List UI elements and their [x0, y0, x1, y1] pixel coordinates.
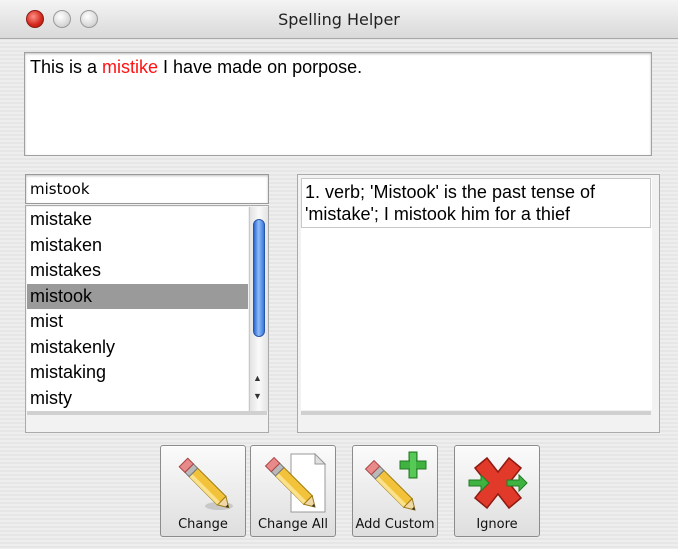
- change-button[interactable]: Change: [160, 445, 246, 537]
- definition-panel: 1. verb; 'Mistook' is the past tense of …: [297, 174, 660, 433]
- horizontal-scrollbar[interactable]: [27, 411, 267, 415]
- ignore-button-label: Ignore: [476, 517, 518, 532]
- suggestion-list-item[interactable]: mistaking: [27, 360, 248, 386]
- add-custom-button[interactable]: Add Custom: [352, 445, 438, 537]
- scroll-down-arrow-icon[interactable]: ▼: [253, 391, 262, 401]
- suggestion-list-item[interactable]: mistakes: [27, 258, 248, 284]
- suggestion-list-item[interactable]: misty: [27, 386, 248, 412]
- suggestion-list-item[interactable]: mistook: [27, 283, 248, 309]
- pencil-document-icon: [264, 452, 327, 513]
- suggestions-scrollbar[interactable]: ▲ ▼: [249, 207, 268, 411]
- sentence-text-area[interactable]: This is a mistike I have made on porpose…: [24, 52, 652, 156]
- suggestion-list-item[interactable]: mistake: [27, 207, 248, 233]
- scrollbar-thumb[interactable]: [253, 219, 265, 337]
- pencil-plus-icon: [364, 451, 427, 511]
- change-button-label: Change: [178, 517, 228, 532]
- suggestions-panel: mistake mistaken mistakes mistook mist mistak…: [25, 205, 269, 433]
- change-all-button[interactable]: Change All: [250, 445, 336, 537]
- replacement-word-input[interactable]: [25, 174, 269, 204]
- title-bar: Spelling Helper: [0, 0, 678, 39]
- suggestion-list-item[interactable]: mistakenly: [27, 335, 248, 361]
- change-all-button-label: Change All: [257, 517, 329, 532]
- sentence-text-after: I have made on porpose.: [158, 57, 363, 77]
- red-x-arrows-icon: [468, 456, 528, 510]
- ignore-button[interactable]: Ignore: [454, 445, 540, 537]
- misspelled-word: mistike: [102, 57, 159, 77]
- definition-horizontal-scrollbar[interactable]: [301, 411, 651, 415]
- suggestion-list-item[interactable]: mist: [27, 309, 248, 335]
- spelling-helper-window: Spelling Helper This is a mistike I have…: [0, 0, 678, 549]
- add-custom-button-label: Add Custom: [355, 517, 435, 532]
- suggestions-list[interactable]: mistake mistaken mistakes mistook mist mistak…: [27, 207, 248, 411]
- definition-text: 1. verb; 'Mistook' is the past tense of …: [301, 178, 651, 228]
- pencil-eraser-icon: [178, 457, 233, 510]
- suggestion-list-item[interactable]: mistaken: [27, 233, 248, 259]
- sentence-text-before: This is a: [30, 57, 103, 77]
- definition-area: 1. verb; 'Mistook' is the past tense of …: [301, 178, 652, 410]
- scroll-up-arrow-icon[interactable]: ▲: [253, 373, 262, 383]
- window-title: Spelling Helper: [278, 10, 400, 29]
